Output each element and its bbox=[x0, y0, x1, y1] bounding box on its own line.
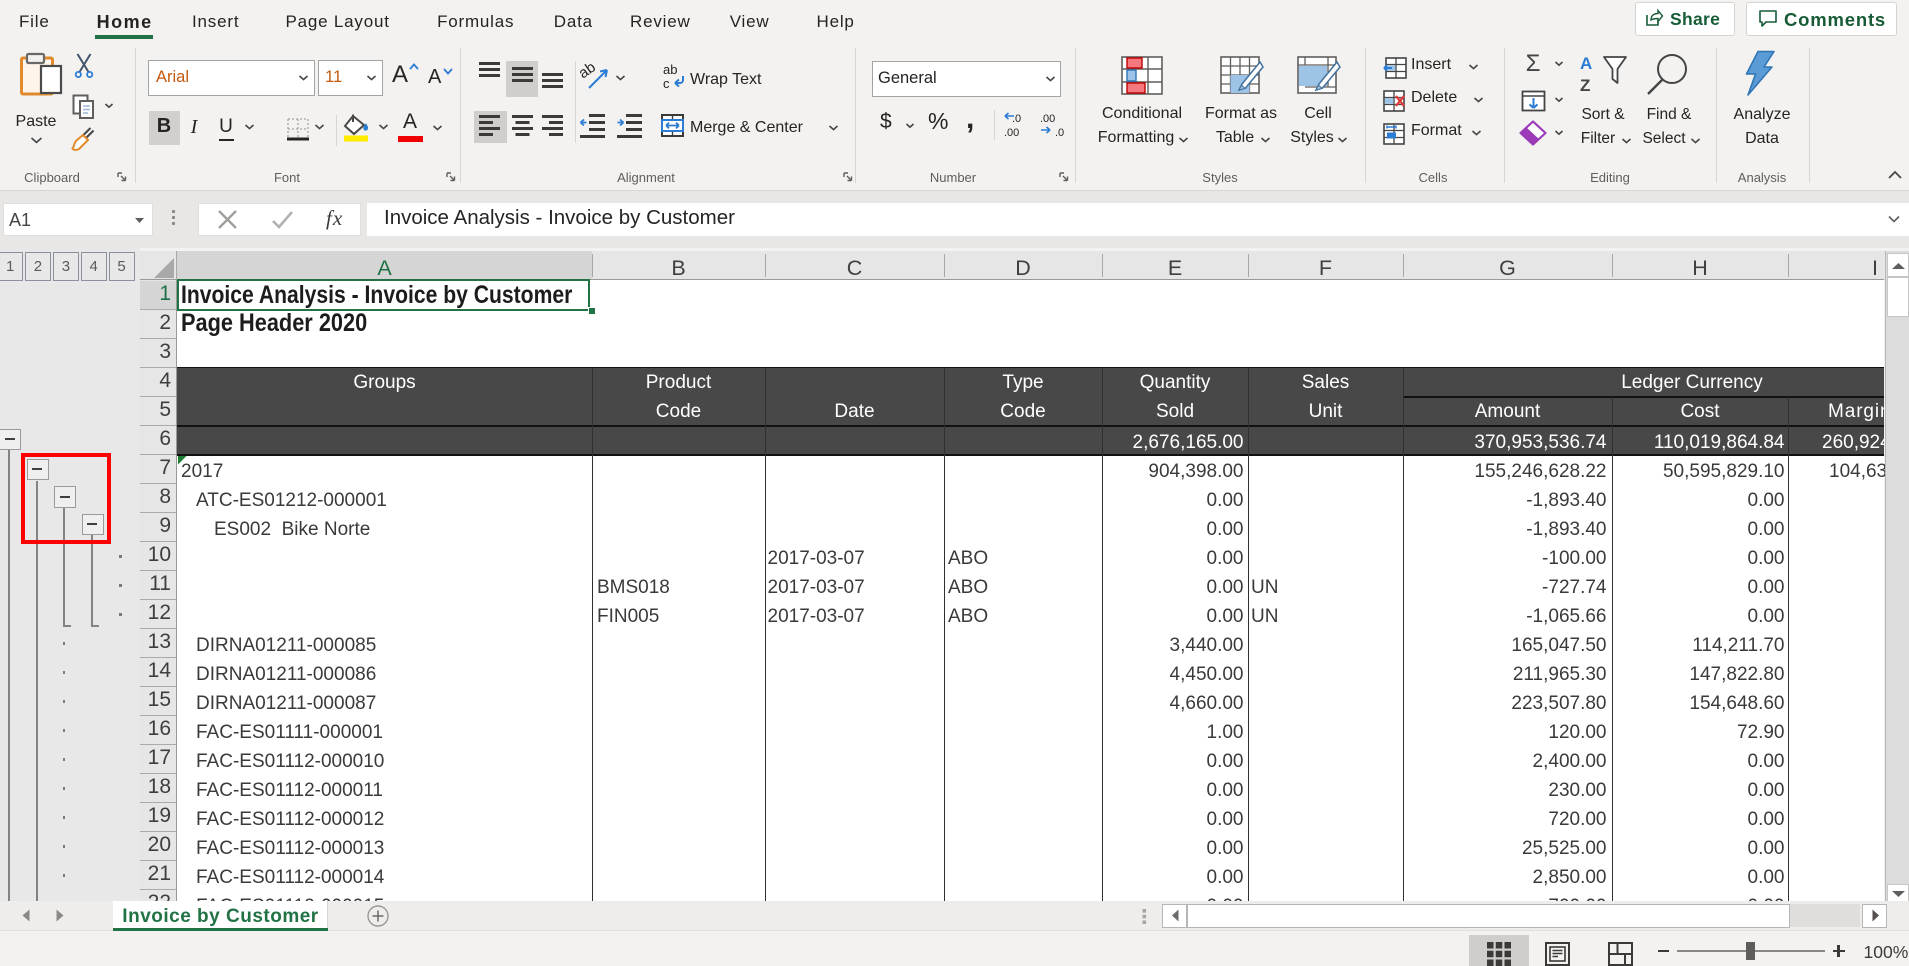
svg-text:.00: .00 bbox=[1040, 113, 1055, 125]
svg-text:.00: .00 bbox=[1004, 127, 1019, 139]
svg-text:c: c bbox=[663, 76, 670, 91]
svg-text:Z: Z bbox=[1580, 76, 1590, 95]
svg-text:A: A bbox=[1580, 54, 1592, 73]
svg-text:.0: .0 bbox=[1055, 127, 1064, 139]
svg-text:.0: .0 bbox=[1012, 113, 1021, 125]
svg-text:ab: ab bbox=[663, 62, 677, 77]
